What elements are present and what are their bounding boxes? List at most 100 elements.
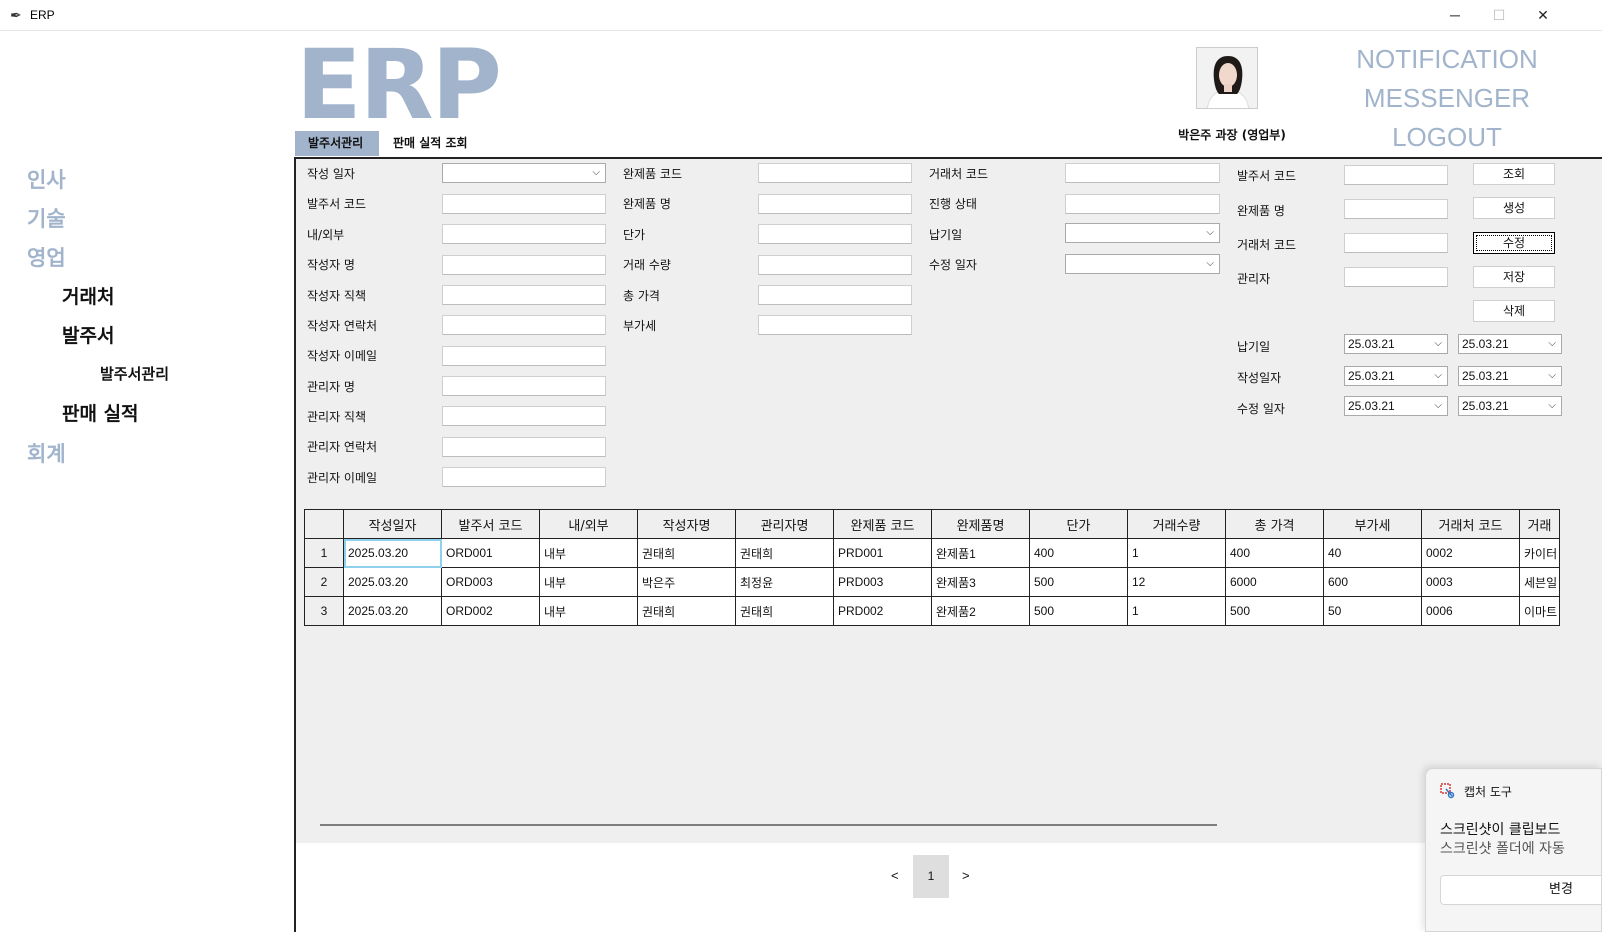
manager-contact-field[interactable] [442,437,606,457]
table-cell[interactable]: 내부 [539,596,638,626]
column-header-product-name[interactable]: 완제품명 [931,509,1030,539]
modified-date-from-combo[interactable]: 25.03.21 ⌵ [1344,396,1448,416]
tab-sales-lookup[interactable]: 판매 실적 조회 [380,131,481,156]
created-date-to-combo[interactable]: 25.03.21 ⌵ [1458,366,1562,386]
logout-link[interactable]: LOGOUT [1340,122,1554,153]
due-date-combo[interactable]: ⌵ [1065,223,1220,243]
column-header-created-date[interactable]: 작성일자 [343,509,442,539]
table-cell[interactable]: 600 [1323,567,1422,597]
created-date-combo[interactable]: ⌵ [442,163,606,183]
sidebar-item-client[interactable]: 거래처 [62,282,114,309]
table-cell[interactable]: ORD002 [441,596,540,626]
table-cell[interactable]: PRD003 [833,567,932,597]
product-name-field[interactable] [758,194,912,214]
table-cell[interactable]: 40 [1323,538,1422,568]
column-header-client[interactable]: 거래 [1519,509,1560,539]
column-header-total-price[interactable]: 총 가격 [1225,509,1324,539]
manager-email-field[interactable] [442,467,606,487]
table-cell[interactable]: PRD002 [833,596,932,626]
table-cell[interactable]: 2025.03.20 [343,596,442,626]
pager-next-button[interactable]: > [962,868,970,883]
save-button[interactable]: 저장 [1473,266,1555,288]
pager-prev-button[interactable]: < [891,868,899,883]
status-field[interactable] [1065,194,1220,214]
table-cell[interactable]: 12 [1127,567,1226,597]
table-row[interactable]: 2 2025.03.20 ORD003 내부 박은주 최정윤 PRD003 완제… [304,567,1560,597]
modified-date-combo[interactable]: ⌵ [1065,254,1220,274]
notification-link[interactable]: NOTIFICATION [1340,44,1554,75]
table-cell[interactable]: 1 [1127,596,1226,626]
manager-name-field[interactable] [442,376,606,396]
table-cell[interactable]: 6000 [1225,567,1324,597]
table-cell[interactable]: 0006 [1421,596,1520,626]
table-cell[interactable]: 400 [1029,538,1128,568]
client-code-field[interactable] [1065,163,1220,183]
column-header-internal-external[interactable]: 내/외부 [539,509,638,539]
table-cell[interactable]: 완제품1 [931,538,1030,568]
tab-order-manage[interactable]: 발주서관리 [295,131,379,156]
column-header-manager[interactable]: 관리자명 [735,509,834,539]
table-cell[interactable]: 2025.03.20 [343,538,442,568]
horizontal-scrollbar[interactable] [320,824,1217,826]
column-header-unit-price[interactable]: 단가 [1029,509,1128,539]
table-cell[interactable]: 500 [1029,567,1128,597]
modified-date-to-combo[interactable]: 25.03.21 ⌵ [1458,396,1562,416]
writer-contact-field[interactable] [442,315,606,335]
quantity-field[interactable] [758,255,912,275]
order-code-field[interactable] [442,194,606,214]
table-cell[interactable]: 권태희 [735,596,834,626]
table-cell[interactable]: 완제품3 [931,567,1030,597]
table-cell[interactable]: 박은주 [637,567,736,597]
table-cell[interactable]: 0002 [1421,538,1520,568]
sidebar-item-order[interactable]: 발주서 [62,321,114,348]
search-client-code-input[interactable] [1344,233,1448,253]
internal-external-field[interactable] [442,224,606,244]
table-cell[interactable]: ORD001 [441,538,540,568]
table-cell[interactable]: 0003 [1421,567,1520,597]
table-row[interactable]: 3 2025.03.20 ORD002 내부 권태희 권태희 PRD002 완제… [304,596,1560,626]
search-order-code-input[interactable] [1344,165,1448,185]
created-date-from-combo[interactable]: 25.03.21 ⌵ [1344,366,1448,386]
table-cell[interactable]: 최정윤 [735,567,834,597]
toast-change-button[interactable]: 변경 [1440,875,1601,905]
search-product-name-input[interactable] [1344,199,1448,219]
table-cell[interactable]: 1 [1127,538,1226,568]
column-header-client-code[interactable]: 거래처 코드 [1421,509,1520,539]
close-button[interactable]: ✕ [1520,0,1566,31]
unit-price-field[interactable] [758,224,912,244]
table-cell[interactable]: 권태희 [637,596,736,626]
column-header-order-code[interactable]: 발주서 코드 [441,509,540,539]
search-button[interactable]: 조회 [1473,163,1555,185]
delete-button[interactable]: 삭제 [1473,300,1555,322]
sidebar-item-accounting[interactable]: 회계 [27,438,66,468]
product-code-field[interactable] [758,163,912,183]
edit-button[interactable]: 수정 [1473,232,1555,254]
table-cell[interactable]: 500 [1029,596,1128,626]
create-button[interactable]: 생성 [1473,197,1555,219]
due-date-to-combo[interactable]: 25.03.21 ⌵ [1458,334,1562,354]
writer-name-field[interactable] [442,255,606,275]
sidebar-item-sales[interactable]: 영업 [27,242,66,272]
table-cell[interactable]: 2025.03.20 [343,567,442,597]
table-cell[interactable]: PRD001 [833,538,932,568]
table-cell[interactable]: 권태희 [735,538,834,568]
search-manager-input[interactable] [1344,267,1448,287]
messenger-link[interactable]: MESSENGER [1340,83,1554,114]
writer-position-field[interactable] [442,285,606,305]
table-cell[interactable]: 카이터 [1519,538,1560,568]
due-date-from-combo[interactable]: 25.03.21 ⌵ [1344,334,1448,354]
sidebar-item-sales-performance[interactable]: 판매 실적 [62,399,139,426]
table-cell[interactable]: 이마트 [1519,596,1560,626]
sidebar-item-tech[interactable]: 기술 [27,203,66,233]
manager-position-field[interactable] [442,406,606,426]
snipping-tool-toast[interactable]: 캡처 도구 스크린샷이 클립보드 스크린샷 폴더에 자동 변경 [1425,768,1602,932]
column-header-quantity[interactable]: 거래수량 [1127,509,1226,539]
table-row[interactable]: 1 2025.03.20 ORD001 내부 권태희 권태희 PRD001 완제… [304,538,1560,568]
column-header-product-code[interactable]: 완제품 코드 [833,509,932,539]
maximize-button[interactable]: ☐ [1476,0,1522,31]
vat-field[interactable] [758,315,912,335]
table-cell[interactable]: 500 [1225,596,1324,626]
sidebar-item-hr[interactable]: 인사 [27,164,66,194]
table-cell[interactable]: 내부 [539,538,638,568]
table-cell[interactable]: 세븐일 [1519,567,1560,597]
